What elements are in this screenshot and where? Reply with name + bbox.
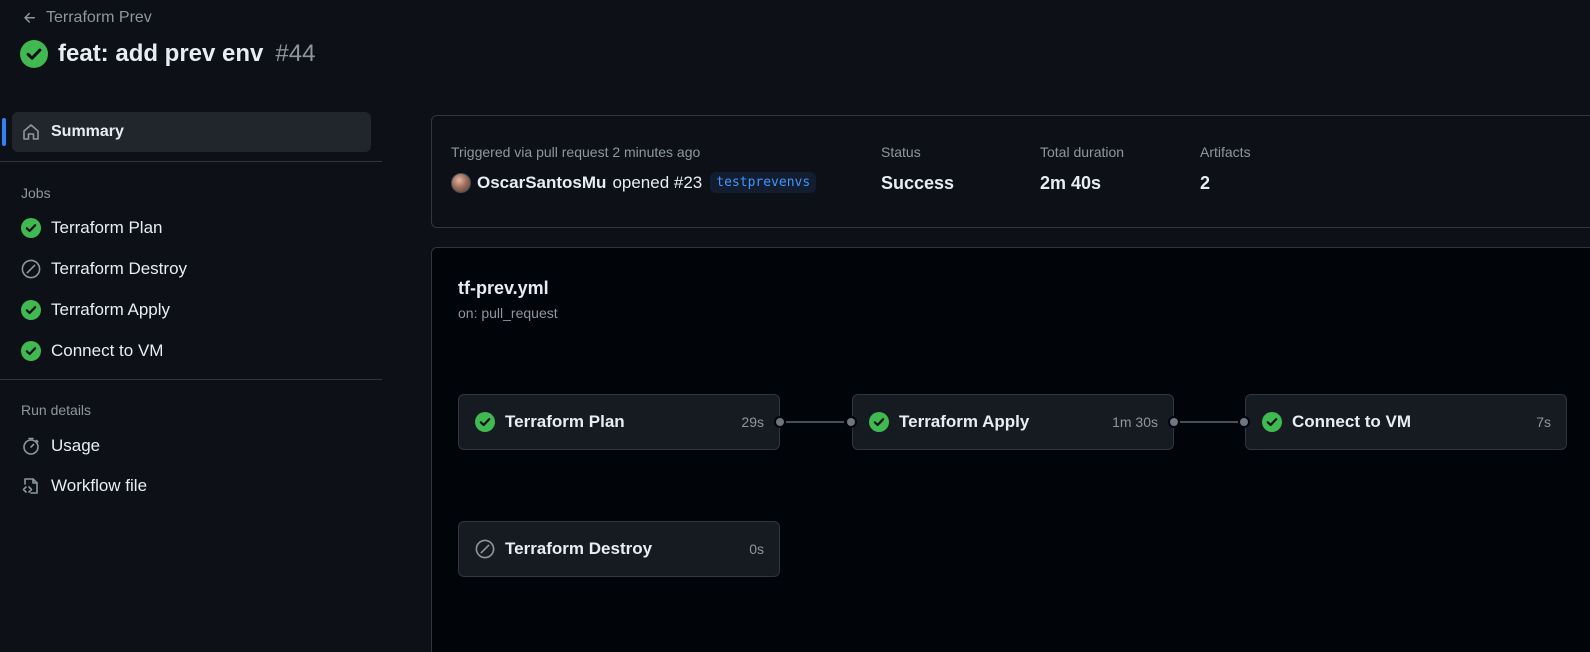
back-link[interactable]: Terraform Prev <box>22 9 152 27</box>
sidebar-item-summary[interactable]: Summary <box>2 112 371 152</box>
divider <box>0 379 382 380</box>
status-label: Status <box>881 144 921 160</box>
sidebar-item-label: Terraform Destroy <box>51 258 188 278</box>
workflow-file-name[interactable]: tf-prev.yml <box>458 278 549 299</box>
check-circle-icon <box>475 412 495 432</box>
sidebar-item-label: Terraform Apply <box>51 299 171 319</box>
workflow-trigger: on: pull_request <box>458 305 558 321</box>
job-card-terraform-apply[interactable]: Terraform Apply 1m 30s <box>852 394 1174 450</box>
artifacts-value[interactable]: 2 <box>1200 173 1251 194</box>
status-value: Success <box>881 173 955 193</box>
duration-value: 2m 40s <box>1040 173 1102 193</box>
workflow-graph: tf-prev.yml on: pull_request Terraform P… <box>431 247 1590 652</box>
sidebar: Summary Jobs Terraform Plan Terraform De… <box>0 112 382 506</box>
job-duration: 7s <box>1536 414 1551 430</box>
file-code-icon <box>22 478 38 494</box>
page-title: feat: add prev env #44 <box>20 40 315 68</box>
job-name: Connect to VM <box>1292 412 1411 431</box>
divider <box>0 161 382 162</box>
check-circle-icon <box>21 340 41 361</box>
author-link[interactable]: OscarSantosMu <box>477 173 606 193</box>
graph-edge <box>780 421 844 423</box>
job-name: Terraform Plan <box>505 412 625 431</box>
job-card-terraform-destroy[interactable]: Terraform Destroy 0s <box>458 521 780 577</box>
job-duration: 0s <box>749 541 764 557</box>
artifacts-label: Artifacts <box>1200 144 1251 160</box>
run-title: feat: add prev env <box>58 40 264 67</box>
job-name: Terraform Destroy <box>505 539 653 558</box>
duration-label: Total duration <box>1040 144 1125 160</box>
pr-action[interactable]: opened #23 <box>612 173 702 193</box>
sidebar-item-workflow-file[interactable]: Workflow file <box>0 466 382 506</box>
job-duration: 1m 30s <box>1112 414 1158 430</box>
check-circle-icon <box>20 40 48 68</box>
trigger-info: Triggered via pull request 2 minutes ago… <box>451 144 817 193</box>
duration-info: Total duration 2m 40s <box>1040 144 1124 194</box>
stopwatch-icon <box>23 437 39 455</box>
workflow-run-page: Terraform Prev feat: add prev env #44 Su… <box>0 0 1590 652</box>
check-circle-icon <box>21 299 41 320</box>
job-card-terraform-plan[interactable]: Terraform Plan 29s <box>458 394 780 450</box>
skip-icon <box>475 539 495 559</box>
graph-port <box>774 416 786 428</box>
sidebar-item-usage[interactable]: Usage <box>0 426 382 466</box>
sidebar-item-label: Terraform Plan <box>51 217 163 237</box>
trigger-line: OscarSantosMu opened #23 testprevenvs <box>451 172 817 193</box>
sidebar-item-terraform-destroy[interactable]: Terraform Destroy <box>0 248 382 289</box>
jobs-heading: Jobs <box>21 185 51 201</box>
graph-port <box>845 416 857 428</box>
avatar[interactable] <box>451 172 471 193</box>
branch-badge[interactable]: testprevenvs <box>710 172 817 193</box>
check-circle-icon <box>1262 412 1282 432</box>
job-card-connect-to-vm[interactable]: Connect to VM 7s <box>1245 394 1567 450</box>
job-name: Terraform Apply <box>899 412 1030 431</box>
status-info: Status Success <box>881 144 954 194</box>
graph-port <box>1238 416 1250 428</box>
trigger-text: Triggered via pull request 2 minutes ago <box>451 144 701 160</box>
job-duration: 29s <box>741 414 764 430</box>
sidebar-item-label: Usage <box>51 436 101 455</box>
sidebar-item-label: Summary <box>51 123 124 140</box>
home-icon <box>23 124 39 140</box>
graph-port <box>1168 416 1180 428</box>
check-circle-icon <box>21 217 41 238</box>
artifacts-info: Artifacts 2 <box>1200 144 1251 194</box>
sidebar-item-terraform-plan[interactable]: Terraform Plan <box>0 207 382 248</box>
graph-edge <box>1174 421 1238 423</box>
sidebar-item-label: Workflow file <box>51 476 148 495</box>
sidebar-item-terraform-apply[interactable]: Terraform Apply <box>0 289 382 330</box>
run-details-heading: Run details <box>21 402 92 418</box>
back-link-label[interactable]: Terraform Prev <box>46 9 152 27</box>
check-circle-icon <box>869 412 889 432</box>
skip-icon <box>21 259 41 278</box>
run-number: #44 <box>275 40 316 67</box>
sidebar-item-label: Connect to VM <box>51 340 164 360</box>
run-summary-card: Triggered via pull request 2 minutes ago… <box>431 115 1590 228</box>
arrow-left-icon <box>24 12 35 23</box>
sidebar-item-connect-to-vm[interactable]: Connect to VM <box>0 330 382 371</box>
